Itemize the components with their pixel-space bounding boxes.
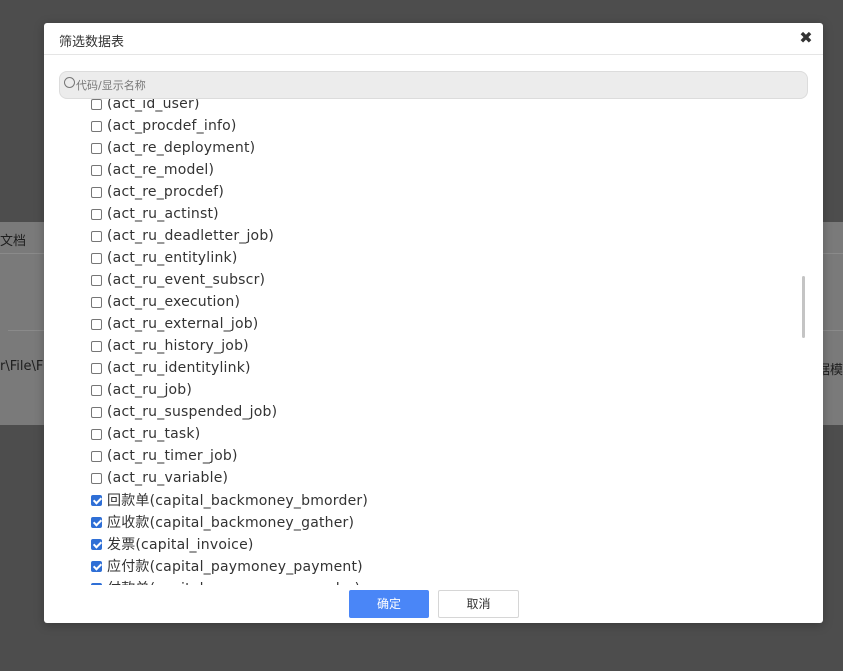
checkbox-unchecked[interactable] bbox=[91, 318, 102, 330]
table-item-label: (act_re_procdef) bbox=[107, 184, 224, 200]
table-list-item[interactable]: (act_re_model) bbox=[91, 159, 368, 181]
table-list-item[interactable]: 回款单(capital_backmoney_bmorder) bbox=[91, 489, 368, 511]
table-list-item[interactable]: (act_ru_suspended_job) bbox=[91, 401, 368, 423]
checkbox-unchecked[interactable] bbox=[91, 186, 102, 198]
table-item-label: (act_ru_deadletter_job) bbox=[107, 228, 275, 244]
table-list-item[interactable]: (act_ru_history_job) bbox=[91, 335, 368, 357]
table-item-label: (act_procdef_info) bbox=[107, 118, 237, 134]
table-list-item[interactable]: 付款单(capital_paymoney_pmorder) bbox=[91, 577, 368, 585]
scrollbar-thumb[interactable] bbox=[802, 276, 805, 338]
table-item-label: (act_re_model) bbox=[107, 162, 215, 178]
dialog-header: 筛选数据表 ✖ bbox=[44, 23, 823, 55]
table-list-item[interactable]: 应收款(capital_backmoney_gather) bbox=[91, 511, 368, 533]
table-list-item[interactable]: (act_id_user) bbox=[91, 99, 368, 115]
table-list[interactable]: (act_id_user) (act_procdef_info) (act_re_d… bbox=[44, 99, 823, 585]
table-item-label: (act_ru_identitylink) bbox=[107, 360, 251, 376]
search-input[interactable] bbox=[76, 75, 796, 95]
table-list-item[interactable]: (act_ru_event_subscr) bbox=[91, 269, 368, 291]
table-item-label: 发票(capital_invoice) bbox=[107, 537, 254, 553]
checkbox-unchecked[interactable] bbox=[91, 142, 102, 154]
table-item-label: 付款单(capital_paymoney_pmorder) bbox=[107, 578, 360, 585]
table-list-item[interactable]: (act_ru_deadletter_job) bbox=[91, 225, 368, 247]
table-list-item[interactable]: (act_ru_identitylink) bbox=[91, 357, 368, 379]
dialog-title: 筛选数据表 bbox=[59, 35, 125, 50]
confirm-button[interactable]: 确定 bbox=[349, 590, 429, 618]
table-list-item[interactable]: (act_re_procdef) bbox=[91, 181, 368, 203]
table-item-label: (act_ru_entitylink) bbox=[107, 250, 238, 266]
table-item-label: 回款单(capital_backmoney_bmorder) bbox=[107, 493, 369, 509]
checkbox-checked[interactable] bbox=[91, 560, 102, 572]
table-item-label: (act_ru_external_job) bbox=[107, 316, 259, 332]
checkbox-unchecked[interactable] bbox=[91, 252, 102, 264]
table-item-label: (act_ru_execution) bbox=[107, 294, 241, 310]
checkbox-unchecked[interactable] bbox=[91, 230, 102, 242]
background-path: r\File\F bbox=[0, 359, 44, 374]
search-icon bbox=[64, 77, 75, 88]
table-list-item[interactable]: (act_ru_execution) bbox=[91, 291, 368, 313]
table-list-item[interactable]: 应付款(capital_paymoney_payment) bbox=[91, 555, 368, 577]
checkbox-checked[interactable] bbox=[91, 494, 102, 506]
search-box bbox=[59, 71, 808, 99]
table-list-item[interactable]: (act_ru_task) bbox=[91, 423, 368, 445]
table-list-item[interactable]: (act_ru_timer_job) bbox=[91, 445, 368, 467]
checkbox-checked[interactable] bbox=[91, 516, 102, 528]
checkbox-unchecked[interactable] bbox=[91, 340, 102, 352]
table-item-label: (act_ru_job) bbox=[107, 382, 193, 398]
table-list-item[interactable]: (act_ru_entitylink) bbox=[91, 247, 368, 269]
cancel-button[interactable]: 取消 bbox=[438, 590, 519, 618]
checkbox-unchecked[interactable] bbox=[91, 428, 102, 440]
checkbox-unchecked[interactable] bbox=[91, 296, 102, 308]
checkbox-unchecked[interactable] bbox=[91, 274, 102, 286]
checkbox-unchecked[interactable] bbox=[91, 384, 102, 396]
table-item-label: 应付款(capital_paymoney_payment) bbox=[107, 559, 363, 575]
checkbox-unchecked[interactable] bbox=[91, 362, 102, 374]
table-item-label: (act_ru_history_job) bbox=[107, 338, 249, 354]
table-item-label: (act_id_user) bbox=[107, 99, 200, 112]
table-list-item[interactable]: (act_ru_external_job) bbox=[91, 313, 368, 335]
table-checkbox-list: (act_id_user) (act_procdef_info) (act_re_d… bbox=[91, 99, 368, 585]
checkbox-checked[interactable] bbox=[91, 582, 102, 585]
table-item-label: (act_ru_suspended_job) bbox=[107, 404, 278, 420]
filter-tables-dialog: 筛选数据表 ✖ (act_id_user)(act_procdef_info)(… bbox=[44, 23, 823, 623]
background-title: 文档 bbox=[0, 234, 27, 249]
checkbox-unchecked[interactable] bbox=[91, 406, 102, 418]
table-list-item[interactable]: (act_procdef_info) bbox=[91, 115, 368, 137]
checkbox-unchecked[interactable] bbox=[91, 164, 102, 176]
checkbox-unchecked[interactable] bbox=[91, 120, 102, 132]
table-item-label: 应收款(capital_backmoney_gather) bbox=[107, 515, 355, 531]
checkbox-unchecked[interactable] bbox=[91, 99, 102, 110]
close-icon[interactable]: ✖ bbox=[797, 28, 815, 48]
table-item-label: (act_re_deployment) bbox=[107, 140, 256, 156]
table-item-label: (act_ru_event_subscr) bbox=[107, 272, 266, 288]
checkbox-unchecked[interactable] bbox=[91, 472, 102, 484]
table-list-item[interactable]: (act_re_deployment) bbox=[91, 137, 368, 159]
table-item-label: (act_ru_actinst) bbox=[107, 206, 219, 222]
table-list-item[interactable]: (act_ru_variable) bbox=[91, 467, 368, 489]
table-item-label: (act_ru_timer_job) bbox=[107, 448, 238, 464]
checkbox-unchecked[interactable] bbox=[91, 450, 102, 462]
table-list-item[interactable]: 发票(capital_invoice) bbox=[91, 533, 368, 555]
checkbox-checked[interactable] bbox=[91, 538, 102, 550]
checkbox-unchecked[interactable] bbox=[91, 208, 102, 220]
table-item-label: (act_ru_task) bbox=[107, 426, 201, 442]
table-list-item[interactable]: (act_ru_job) bbox=[91, 379, 368, 401]
table-item-label: (act_ru_variable) bbox=[107, 470, 229, 486]
table-list-item[interactable]: (act_ru_actinst) bbox=[91, 203, 368, 225]
